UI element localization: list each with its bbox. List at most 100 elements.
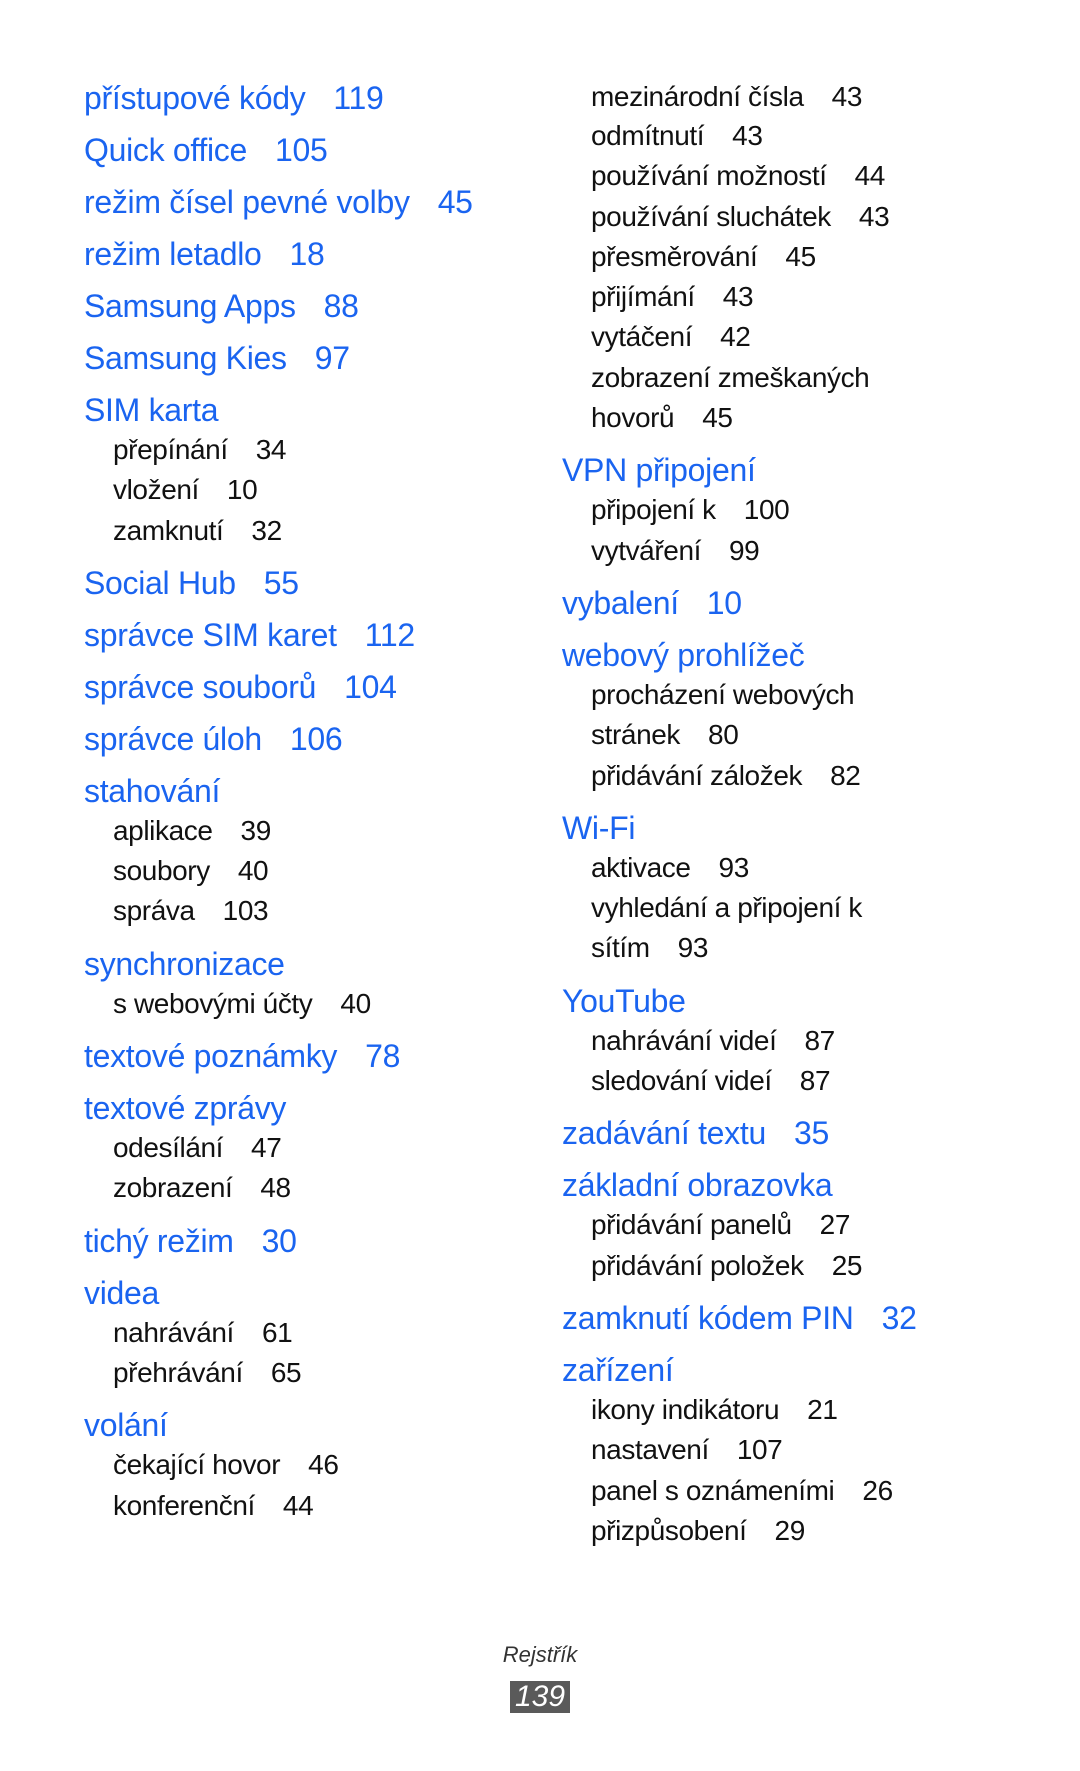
subentry-page-link[interactable]: 39	[241, 815, 272, 846]
entry-page-link[interactable]: 45	[438, 184, 473, 220]
entry-page-link[interactable]: 18	[290, 236, 325, 272]
subentry-page-link[interactable]: 32	[251, 515, 282, 546]
subentry-page-link[interactable]: 100	[744, 494, 790, 525]
subentry-page-link[interactable]: 44	[855, 160, 886, 191]
subentry-term: používání sluchátek	[591, 200, 831, 232]
subentry-term: mezinárodní čísla	[591, 81, 804, 112]
subentry-page-link[interactable]: 43	[859, 201, 890, 232]
index-entry: režim letadlo 18	[84, 234, 544, 274]
index-subentry: nahrávání 61	[84, 1313, 544, 1353]
subentry-page-link[interactable]: 43	[832, 81, 863, 112]
subentry-page-link[interactable]: 87	[800, 1065, 831, 1096]
index-subentry: konferenční 44	[84, 1486, 544, 1526]
subentry-term: procházení webových	[591, 678, 855, 710]
entry-term: správce souborů	[84, 668, 317, 705]
entry-page-link[interactable]: 55	[264, 565, 299, 601]
entry-term: stahování	[84, 772, 221, 809]
subentry-page-link[interactable]: 34	[256, 434, 287, 465]
subentry-page-link[interactable]: 99	[729, 535, 760, 566]
subentry-term: hovorů	[591, 402, 675, 434]
subentry-page-link[interactable]: 45	[785, 241, 816, 272]
subentry-page-link[interactable]: 44	[283, 1490, 314, 1521]
entry-page-link[interactable]: 119	[333, 80, 383, 116]
entry-page-link[interactable]: 97	[315, 340, 350, 376]
subentry-term: sledování videí	[591, 1065, 772, 1097]
subentry-page-link[interactable]: 87	[804, 1025, 835, 1056]
subentry-group: nahrávání 61 přehrávání 65	[84, 1313, 544, 1394]
subentry-term: správa	[113, 895, 195, 927]
subentry-page-link[interactable]: 93	[678, 932, 709, 963]
index-subentry: odesílání 47	[84, 1128, 544, 1168]
subentry-page-link[interactable]: 107	[737, 1434, 783, 1465]
index-entry: základní obrazovka	[562, 1165, 1042, 1205]
entry-term: Social Hub	[84, 564, 236, 601]
entry-term: přístupové kódy	[84, 80, 306, 116]
index-subentry: připojení k 100	[562, 490, 1042, 530]
subentry-page-link[interactable]: 40	[340, 988, 371, 1019]
entry-term: SIM karta	[84, 392, 219, 428]
subentry-page-link[interactable]: 26	[862, 1475, 893, 1506]
index-subentry: sledování videí 87	[562, 1061, 1042, 1101]
subentry-group: přidávání panelů 27 přidávání položek 25	[562, 1205, 1042, 1286]
entry-term: zamknutí kódem PIN	[562, 1299, 854, 1336]
subentry-page-link[interactable]: 43	[732, 120, 763, 151]
subentry-term: s webovými účty	[113, 987, 313, 1019]
index-subentry: správa 103	[84, 891, 544, 931]
index-subentry: panel s oznámeními 26	[562, 1471, 1042, 1511]
subentry-page-link[interactable]: 47	[251, 1132, 282, 1163]
subentry-page-link[interactable]: 65	[271, 1357, 302, 1388]
subentry-term: čekající hovor	[113, 1449, 281, 1481]
subentry-page-link[interactable]: 103	[223, 895, 269, 926]
entry-page-link[interactable]: 104	[344, 669, 397, 705]
subentry-group: s webovými účty 40	[84, 984, 544, 1024]
subentry-term: přidávání záložek	[591, 759, 803, 791]
subentry-term: konferenční	[113, 1489, 255, 1521]
entry-term: správce SIM karet	[84, 616, 337, 653]
index-subentry: vložení 10	[84, 470, 544, 510]
subentry-page-link[interactable]: 21	[807, 1394, 838, 1425]
entry-page-link[interactable]: 112	[365, 617, 415, 653]
index-entry: SIM karta	[84, 390, 544, 430]
entry-page-link[interactable]: 105	[275, 132, 328, 168]
entry-page-link[interactable]: 32	[882, 1300, 917, 1336]
index-entry: synchronizace	[84, 944, 544, 984]
entry-term: synchronizace	[84, 945, 285, 982]
subentry-page-link[interactable]: 42	[720, 321, 751, 352]
index-subentry: používání možností 44	[562, 156, 1042, 196]
entry-page-link[interactable]: 35	[794, 1115, 829, 1151]
subentry-page-link[interactable]: 29	[775, 1515, 806, 1546]
index-entry: režim čísel pevné volby 45	[84, 182, 544, 222]
entry-page-link[interactable]: 88	[324, 288, 359, 324]
index-entry: správce souborů 104	[84, 667, 544, 707]
index-subentry: zobrazení zmeškaných	[562, 358, 1042, 398]
subentry-term: přepínání	[113, 434, 228, 465]
entry-page-link[interactable]: 10	[707, 585, 742, 621]
subentry-page-link[interactable]: 45	[702, 402, 733, 433]
subentry-page-link[interactable]: 46	[308, 1449, 339, 1480]
subentry-term: vložení	[113, 474, 199, 506]
subentry-group: odesílání 47 zobrazení 48	[84, 1128, 544, 1209]
index-subentry: vytáčení 42	[562, 317, 1042, 357]
subentry-page-link[interactable]: 27	[820, 1209, 851, 1240]
entry-term: zařízení	[562, 1351, 674, 1388]
subentry-page-link[interactable]: 43	[723, 281, 754, 312]
index-subentry: mezinárodní čísla 43	[562, 78, 1042, 116]
subentry-term: vytáčení	[591, 321, 693, 353]
subentry-page-link[interactable]: 10	[227, 474, 258, 505]
index-subentry: sítím 93	[562, 928, 1042, 968]
subentry-page-link[interactable]: 40	[238, 855, 269, 886]
subentry-page-link[interactable]: 25	[832, 1250, 863, 1281]
entry-page-link[interactable]: 30	[262, 1223, 297, 1259]
subentry-page-link[interactable]: 93	[719, 852, 750, 883]
subentry-term: stránek	[591, 719, 681, 751]
subentry-page-link[interactable]: 82	[830, 760, 861, 791]
subentry-page-link[interactable]: 80	[708, 719, 739, 750]
subentry-page-link[interactable]: 61	[262, 1317, 293, 1348]
subentry-page-link[interactable]: 48	[260, 1172, 291, 1203]
subentry-group: aplikace 39 soubory 40 správa 103	[84, 811, 544, 932]
entry-page-link[interactable]: 78	[365, 1038, 400, 1074]
section-title: Rejstřík	[502, 1642, 578, 1667]
index-subentry: procházení webových	[562, 675, 1042, 715]
entry-term: základní obrazovka	[562, 1167, 833, 1204]
entry-page-link[interactable]: 106	[290, 721, 343, 757]
